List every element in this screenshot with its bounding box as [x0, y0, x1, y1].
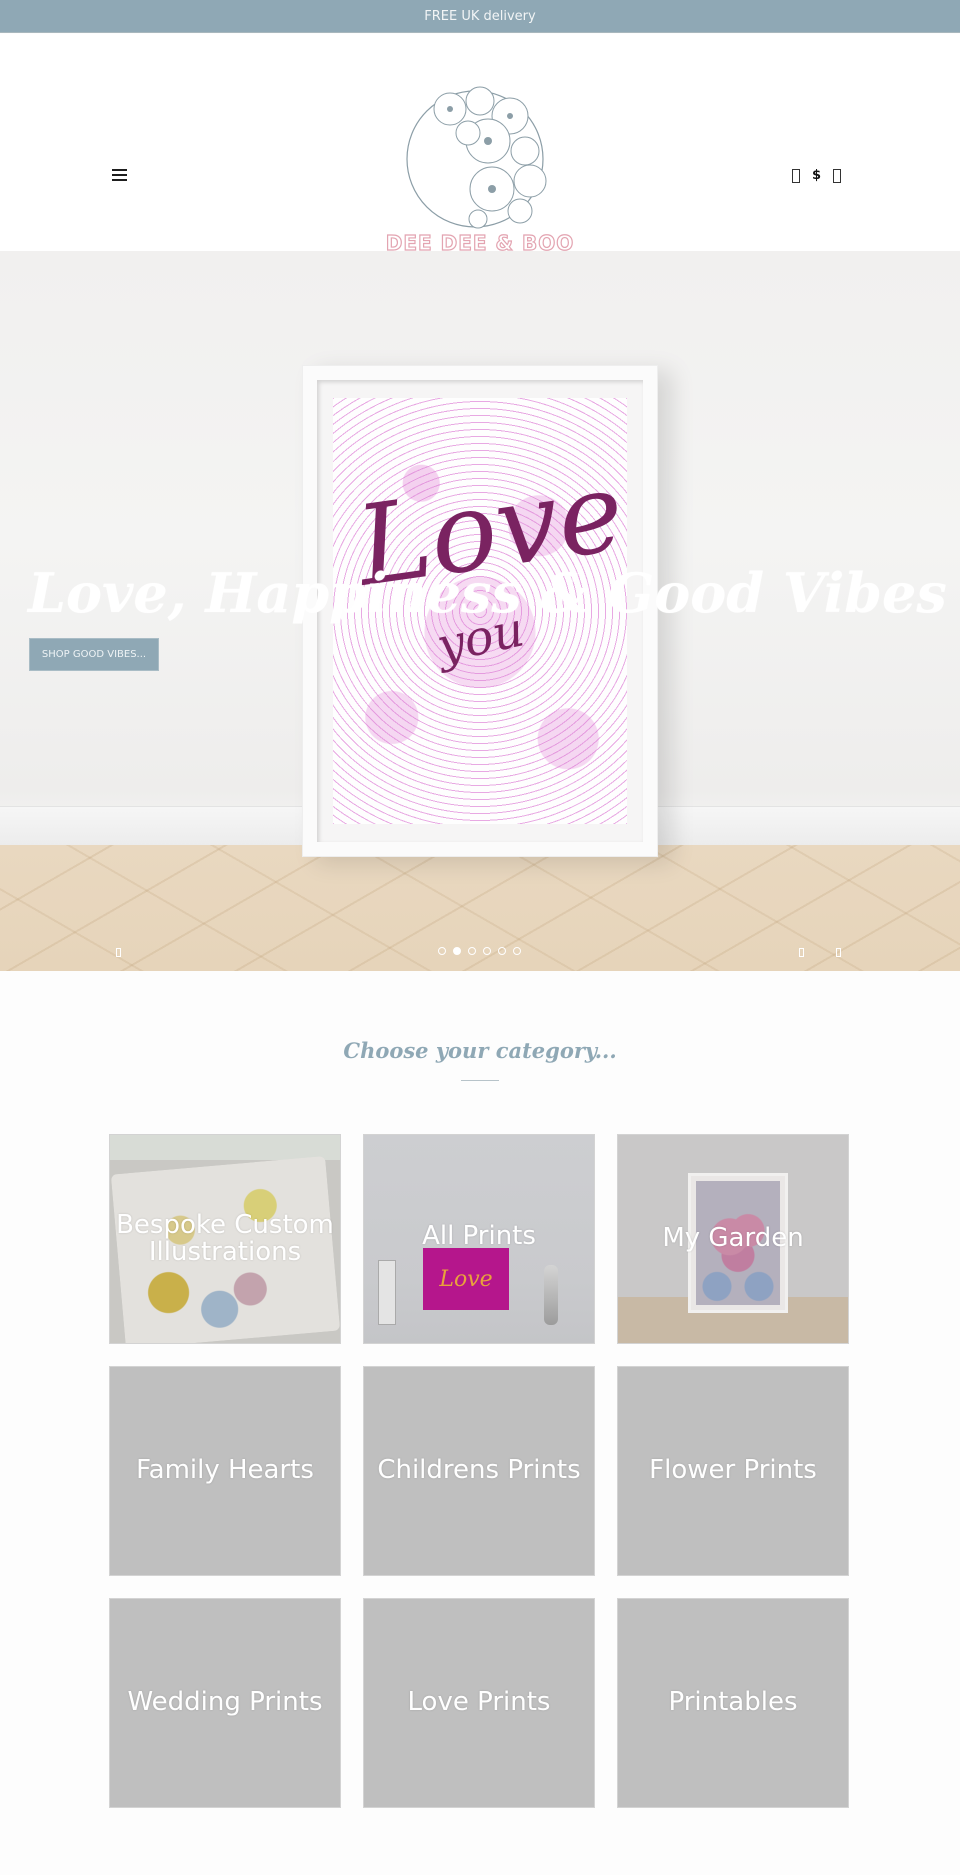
- next-slide-icon[interactable]: [836, 948, 841, 957]
- currency-selector[interactable]: $: [812, 168, 821, 183]
- category-label: Wedding Prints: [127, 1687, 323, 1718]
- category-label: Printables: [668, 1687, 798, 1718]
- category-tile-bespoke[interactable]: Bespoke Custom Illustrations: [109, 1134, 341, 1344]
- hero-slideshow: Love you Love, Happiness & Good Vibes SH…: [0, 251, 960, 971]
- title-divider: [461, 1080, 499, 1081]
- category-label: Family Hearts: [136, 1455, 314, 1486]
- categories-title: Choose your category...: [343, 1038, 617, 1063]
- category-label: Bespoke Custom Illustrations: [116, 1209, 334, 1267]
- slide-dot-5[interactable]: [498, 947, 506, 955]
- hero-heading: Love, Happiness & Good Vibes: [28, 561, 947, 625]
- cart-icon[interactable]: [833, 168, 842, 183]
- announcement-bar: FREE UK delivery: [0, 0, 960, 33]
- category-tile-printables[interactable]: Printables: [617, 1598, 849, 1808]
- category-label: Childrens Prints: [377, 1455, 581, 1486]
- floral-wreath-icon: [406, 86, 547, 229]
- category-tile-flower-prints[interactable]: Flower Prints: [617, 1366, 849, 1576]
- category-grid: Bespoke Custom Illustrations Love All Pr…: [109, 1134, 849, 1808]
- account-icon[interactable]: [792, 168, 800, 183]
- slide-dot-3[interactable]: [468, 947, 476, 955]
- category-tile-family-hearts[interactable]: Family Hearts: [109, 1366, 341, 1576]
- slide-dot-2[interactable]: [453, 947, 461, 955]
- category-tile-wedding-prints[interactable]: Wedding Prints: [109, 1598, 341, 1808]
- previous-slide-icon[interactable]: [116, 948, 121, 957]
- slide-dot-4[interactable]: [483, 947, 491, 955]
- announcement-text: FREE UK delivery: [424, 8, 536, 24]
- header-actions: $: [792, 168, 842, 183]
- pause-icon[interactable]: [799, 948, 804, 957]
- slide-dot-1[interactable]: [438, 947, 446, 955]
- category-label: Love Prints: [407, 1687, 551, 1718]
- category-tile-my-garden[interactable]: My Garden: [617, 1134, 849, 1344]
- slide-dots: [438, 947, 521, 955]
- logo[interactable]: DEE DEE & BOO ILLUSTRATED PRINTS & BESPO…: [380, 81, 580, 271]
- category-tile-childrens-prints[interactable]: Childrens Prints: [363, 1366, 595, 1576]
- hamburger-menu-icon[interactable]: [112, 168, 128, 182]
- category-label: My Garden: [662, 1223, 804, 1254]
- slide-dot-6[interactable]: [513, 947, 521, 955]
- category-label: All Prints: [422, 1221, 536, 1251]
- category-tile-love-prints[interactable]: Love Prints: [363, 1598, 595, 1808]
- category-tile-all-prints[interactable]: Love All Prints: [363, 1134, 595, 1344]
- site-header: DEE DEE & BOO ILLUSTRATED PRINTS & BESPO…: [0, 34, 960, 265]
- category-label: Flower Prints: [649, 1455, 817, 1486]
- shop-good-vibes-button[interactable]: SHOP GOOD VIBES...: [29, 638, 159, 671]
